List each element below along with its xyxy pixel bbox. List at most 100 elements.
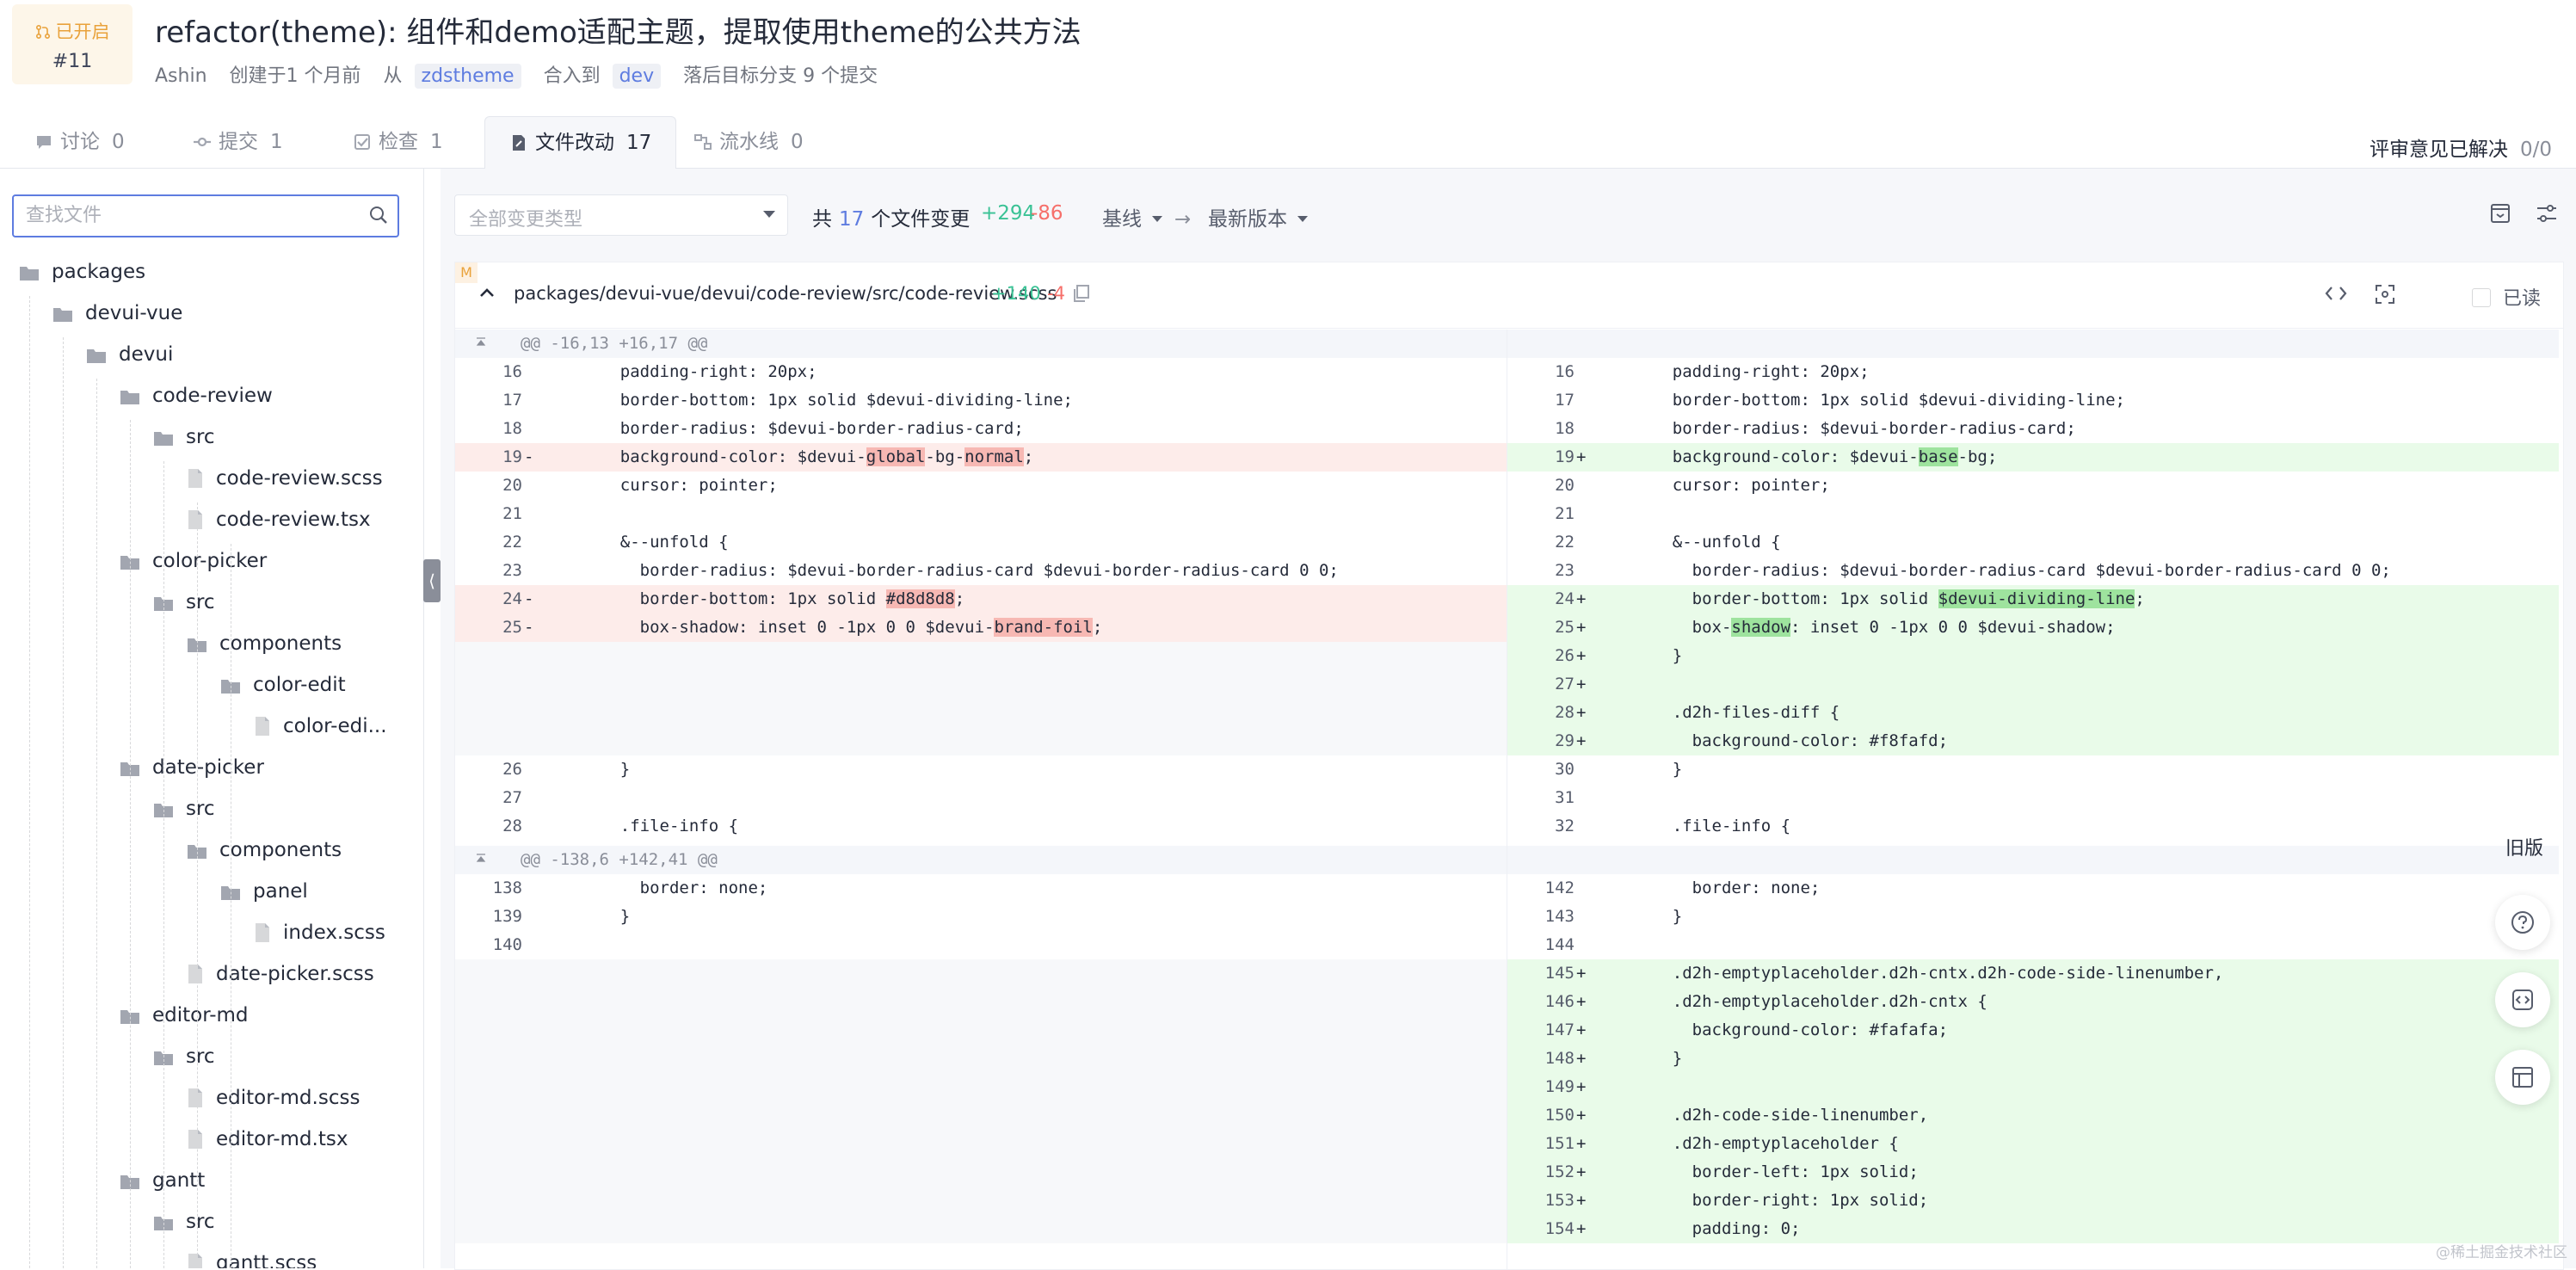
settings-sliders-icon[interactable] (2535, 201, 2559, 225)
diff-line: 140 (455, 931, 1507, 959)
diff-line: 30 } (1507, 755, 2559, 784)
diff-line (455, 727, 1507, 755)
checkbox[interactable] (2471, 288, 2491, 307)
diff-hunk-header[interactable]: @@ -16,13 +16,17 @@ (455, 330, 1507, 358)
pipeline-icon (694, 134, 712, 150)
tree-item-label: date-picker (152, 756, 264, 779)
diff-line: 145 + .d2h-emptyplaceholder.d2h-cntx.d2h-… (1507, 959, 2559, 988)
status-badge: 已开启 #11 (12, 4, 132, 84)
target-version-select[interactable]: 最新版本 (1208, 202, 1308, 231)
file-icon (188, 510, 202, 529)
diff-line: 20 cursor: pointer; (455, 472, 1507, 500)
diff-marker: - (524, 589, 534, 608)
tree-item-label: editor-md (152, 1004, 249, 1026)
code-text: border-bottom: 1px solid $devui-dividing… (619, 391, 1073, 410)
diff-line (455, 1215, 1507, 1243)
sidebar-collapse-handle[interactable]: ⟨ (423, 559, 441, 602)
author-link[interactable]: Ashin (155, 65, 207, 87)
diff-hunk-header[interactable] (1507, 330, 2559, 358)
code-embed-button[interactable] (2495, 972, 2550, 1027)
folder-icon (120, 391, 139, 404)
tree-item-label: src (186, 1045, 215, 1068)
tree-folder[interactable]: color-edit (220, 668, 346, 702)
tree-folder[interactable]: src (153, 792, 215, 826)
tab-files-changed[interactable]: 文件改动 17 (484, 116, 677, 170)
tree-folder[interactable]: src (153, 1039, 215, 1074)
tree-file[interactable]: editor-md.tsx (187, 1122, 348, 1156)
tree-folder[interactable]: panel (220, 874, 308, 909)
fullscreen-icon[interactable] (2374, 283, 2396, 305)
tree-file[interactable]: code-review.tsx (187, 502, 371, 537)
tree-folder[interactable]: devui-vue (52, 296, 182, 330)
review-status: 评审意见已解决 0/0 (2369, 139, 2552, 161)
source-branch[interactable]: zdstheme (414, 64, 521, 89)
diff-line (455, 988, 1507, 1016)
tree-folder[interactable]: editor-md (120, 998, 249, 1033)
page-title: refactor(theme): 组件和demo适配主题，提取使用theme的公… (155, 15, 1082, 50)
diff-marker: + (1576, 447, 1587, 466)
folder-icon (53, 308, 72, 322)
tree-folder[interactable]: date-picker (120, 750, 264, 785)
tree-folder[interactable]: code-review (120, 379, 273, 413)
file-diff-card: packages/devui-vue/devui/code-review/src… (454, 262, 2564, 1270)
tab-pipeline[interactable]: 流水线 0 (693, 116, 804, 168)
tab-commits[interactable]: 提交 1 (193, 116, 283, 168)
diff-marker: + (1576, 675, 1587, 694)
code-text: cursor: pointer; (1672, 476, 1830, 495)
line-number: 16 (1555, 362, 1575, 381)
line-number: 143 (1544, 907, 1575, 926)
tree-folder[interactable]: gantt (120, 1163, 205, 1198)
tree-item-label: editor-md.tsx (216, 1128, 348, 1150)
tree-file[interactable]: editor-md.scss (187, 1081, 360, 1115)
tree-file[interactable]: date-picker.scss (187, 957, 374, 991)
collapse-all-icon[interactable] (2488, 201, 2512, 225)
code-text: background-color: $devui-base-bg; (1672, 447, 1998, 466)
base-version-select[interactable]: 基线 → (1102, 202, 1191, 231)
tree-folder[interactable]: packages (19, 255, 145, 289)
commit-icon (194, 137, 211, 147)
tree-folder[interactable]: components (187, 833, 342, 867)
diff-line: 150 + .d2h-code-side-linenumber, (1507, 1101, 2559, 1130)
line-number: 21 (1555, 504, 1575, 523)
tree-folder[interactable]: src (153, 420, 215, 454)
line-number: 25 (502, 618, 522, 637)
line-number: 140 (492, 935, 522, 954)
line-number: 144 (1544, 935, 1575, 954)
file-diff-header[interactable]: packages/devui-vue/devui/code-review/src… (455, 262, 2563, 329)
tree-file[interactable]: color-edi... (254, 709, 387, 743)
diff-line: 25- box-shadow: inset 0 -1px 0 0 $devui-… (455, 613, 1507, 642)
tree-file[interactable]: code-review.scss (187, 461, 383, 496)
old-version-button[interactable]: 旧版 (2499, 833, 2550, 860)
tree-file[interactable]: gantt.scss (187, 1246, 317, 1268)
file-search-input[interactable] (24, 196, 354, 234)
change-type-select[interactable]: 全部变更类型 (454, 194, 788, 236)
diff-line (455, 1158, 1507, 1187)
line-number: 21 (502, 504, 522, 523)
code-view-icon[interactable] (2324, 283, 2348, 304)
diff-line: 152 + border-left: 1px solid; (1507, 1158, 2559, 1187)
expand-icon[interactable] (474, 336, 488, 350)
tree-folder[interactable]: src (153, 1205, 215, 1239)
diff-line: 23 border-radius: $devui-border-radius-c… (455, 557, 1507, 585)
tree-item-label: code-review (152, 385, 273, 407)
expand-icon[interactable] (474, 853, 488, 866)
tree-file[interactable]: index.scss (254, 916, 385, 950)
search-icon[interactable] (368, 205, 389, 225)
tree-folder[interactable]: src (153, 585, 215, 620)
file-tree-sidebar: packages devui-vue devui code-review src code… (0, 169, 424, 1268)
chevron-up-icon[interactable] (479, 287, 495, 299)
viewed-checkbox[interactable]: 已读 (2471, 283, 2541, 311)
help-button[interactable] (2495, 895, 2550, 950)
tab-checks[interactable]: 检查 1 (353, 116, 443, 168)
code-embed-icon (2512, 989, 2533, 1010)
tree-folder[interactable]: devui (86, 337, 173, 372)
from-label: 从 (383, 65, 403, 87)
copy-icon[interactable] (1071, 283, 1092, 304)
tree-folder[interactable]: components (187, 626, 342, 661)
layout-button[interactable] (2495, 1050, 2550, 1105)
target-branch[interactable]: dev (612, 64, 662, 89)
diff-line: 153 + border-right: 1px solid; (1507, 1187, 2559, 1215)
tab-discussion[interactable]: 讨论 0 (34, 116, 125, 168)
tree-folder[interactable]: color-picker (120, 544, 267, 578)
diff-line: 21 (455, 500, 1507, 528)
